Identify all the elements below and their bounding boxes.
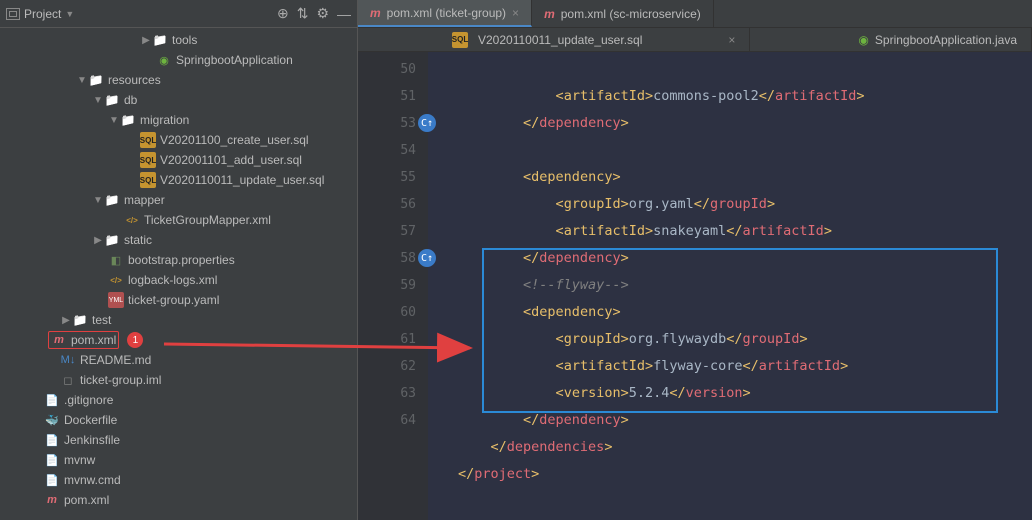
- project-sidebar: Project ▼ ⊕ ⇅ ⚙ — ▶tools ◉SpringbootAppl…: [0, 0, 358, 520]
- code-editor[interactable]: <artifactId>commons-pool2</artifactId> <…: [428, 52, 1032, 520]
- folder-icon: [104, 92, 120, 108]
- tab-pom-sc[interactable]: m pom.xml (sc-microservice): [532, 0, 714, 27]
- sql-icon: SQL: [140, 152, 156, 168]
- file-icon: 📄: [44, 432, 60, 448]
- expand-icon[interactable]: ⇅: [297, 5, 309, 22]
- xml-icon: </>: [108, 272, 124, 288]
- tree-item-sql2[interactable]: SQLV202001101_add_user.sql: [0, 150, 357, 170]
- folder-icon: [104, 232, 120, 248]
- tab-label: pom.xml (sc-microservice): [561, 7, 701, 21]
- tab-label: pom.xml (ticket-group): [387, 6, 506, 20]
- sidebar-header: Project ▼ ⊕ ⇅ ⚙ —: [0, 0, 357, 28]
- folder-icon: [152, 32, 168, 48]
- tree-item-dockerfile[interactable]: 🐳Dockerfile: [0, 410, 357, 430]
- dropdown-caret-icon: ▼: [65, 9, 74, 19]
- project-title: Project: [24, 7, 61, 21]
- maven-icon: m: [51, 332, 67, 348]
- yaml-icon: YML: [108, 292, 124, 308]
- tree-item-pom2[interactable]: mpom.xml: [0, 490, 357, 510]
- file-icon: 📄: [44, 452, 60, 468]
- tab-label: V2020110011_update_user.sql: [478, 33, 642, 47]
- tree-item-jenkins[interactable]: 📄Jenkinsfile: [0, 430, 357, 450]
- project-tree[interactable]: ▶tools ◉SpringbootApplication ▼resources…: [0, 28, 357, 520]
- editor-subtabs: SQL V2020110011_update_user.sql × ◉ Springb…: [358, 28, 1032, 52]
- properties-icon: ◧: [108, 252, 124, 268]
- tree-item-migration[interactable]: ▼migration: [0, 110, 357, 130]
- project-dropdown[interactable]: Project ▼: [6, 7, 74, 21]
- tree-item-gitignore[interactable]: 📄.gitignore: [0, 390, 357, 410]
- highlight-box: mpom.xml: [48, 331, 119, 349]
- tree-item-db[interactable]: ▼db: [0, 90, 357, 110]
- tree-item-static[interactable]: ▶static: [0, 230, 357, 250]
- maven-icon: m: [544, 7, 555, 21]
- file-icon: 📄: [44, 472, 60, 488]
- editor-tabs: m pom.xml (ticket-group) × m pom.xml (sc-mi…: [358, 0, 1032, 28]
- tree-item-resources[interactable]: ▼resources: [0, 70, 357, 90]
- project-icon: [6, 8, 20, 20]
- tree-item-iml[interactable]: ◻ticket-group.iml: [0, 370, 357, 390]
- tree-item-mvnw[interactable]: 📄mvnw: [0, 450, 357, 470]
- iml-icon: ◻: [60, 372, 76, 388]
- folder-icon: [104, 192, 120, 208]
- tree-item-test[interactable]: ▶test: [0, 310, 357, 330]
- hide-icon[interactable]: —: [337, 6, 351, 22]
- line-gutter: 50 51 53C↑ 54 55 56 57 58C↑ 59 60 61 62 …: [358, 52, 428, 520]
- folder-icon: [88, 72, 104, 88]
- tree-item-sql3[interactable]: SQLV2020110011_update_user.sql: [0, 170, 357, 190]
- folder-icon: [72, 312, 88, 328]
- subtab-sql[interactable]: SQL V2020110011_update_user.sql ×: [438, 28, 750, 51]
- tree-item-tools[interactable]: ▶tools: [0, 30, 357, 50]
- xml-icon: </>: [124, 212, 140, 228]
- annotation-badge: 1: [127, 332, 143, 348]
- tree-item-logback[interactable]: </>logback-logs.xml: [0, 270, 357, 290]
- settings-icon[interactable]: ⚙: [316, 5, 329, 22]
- md-icon: M↓: [60, 352, 76, 368]
- file-icon: 📄: [44, 392, 60, 408]
- folder-icon: [120, 112, 136, 128]
- tree-item-pom[interactable]: mpom.xml 1: [0, 330, 357, 350]
- tree-item-mapperxml[interactable]: </>TicketGroupMapper.xml: [0, 210, 357, 230]
- close-icon[interactable]: ×: [512, 6, 519, 20]
- tree-item-mapper[interactable]: ▼mapper: [0, 190, 357, 210]
- spring-icon: ◉: [156, 52, 172, 68]
- editor-area: m pom.xml (ticket-group) × m pom.xml (sc-mi…: [358, 0, 1032, 520]
- tree-item-springapp[interactable]: ◉SpringbootApplication: [0, 50, 357, 70]
- docker-icon: 🐳: [44, 412, 60, 428]
- maven-icon: m: [44, 492, 60, 508]
- close-icon[interactable]: ×: [728, 33, 735, 47]
- tree-item-ticketyaml[interactable]: YMLticket-group.yaml: [0, 290, 357, 310]
- subtab-springapp[interactable]: ◉ SpringbootApplication.java: [844, 28, 1032, 51]
- sql-icon: SQL: [140, 172, 156, 188]
- tab-pom-ticket[interactable]: m pom.xml (ticket-group) ×: [358, 0, 532, 27]
- tree-item-sql1[interactable]: SQLV20201100_create_user.sql: [0, 130, 357, 150]
- maven-icon: m: [370, 6, 381, 20]
- tree-item-bootstrap[interactable]: ◧bootstrap.properties: [0, 250, 357, 270]
- spring-icon: ◉: [858, 33, 868, 47]
- locate-icon[interactable]: ⊕: [277, 5, 289, 22]
- tree-item-readme[interactable]: M↓README.md: [0, 350, 357, 370]
- sql-icon: SQL: [452, 32, 468, 48]
- tree-item-mvnwcmd[interactable]: 📄mvnw.cmd: [0, 470, 357, 490]
- sql-icon: SQL: [140, 132, 156, 148]
- tab-label: SpringbootApplication.java: [875, 33, 1017, 47]
